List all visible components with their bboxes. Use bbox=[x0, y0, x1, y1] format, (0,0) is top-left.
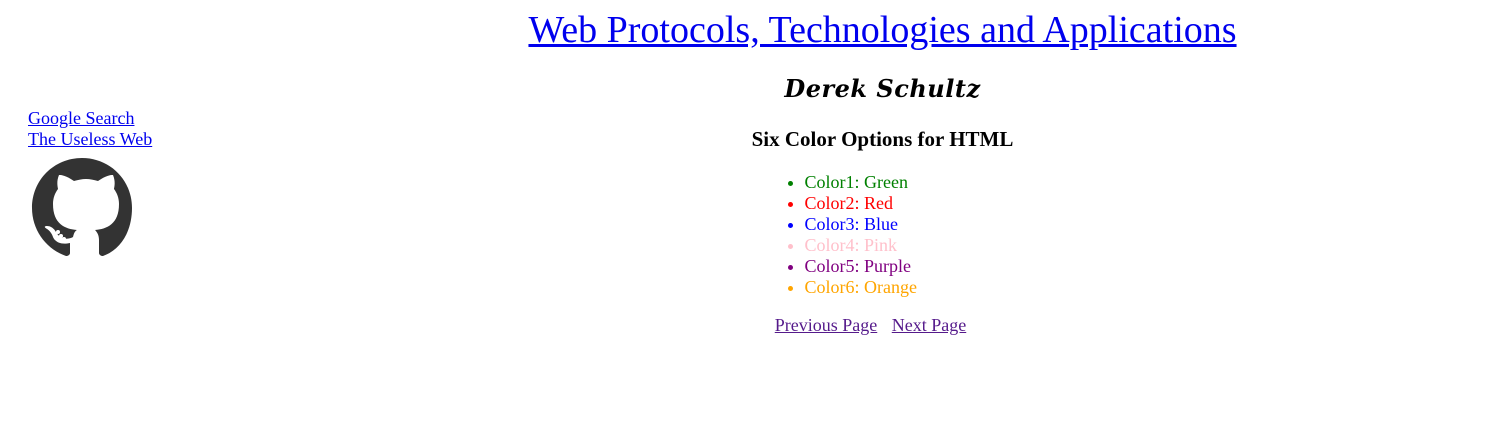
previous-page-link[interactable]: Previous Page bbox=[775, 315, 878, 335]
next-page-link[interactable]: Next Page bbox=[892, 315, 966, 335]
color-item-green: Color1: Green bbox=[805, 172, 965, 193]
author-name: Derek Schultz bbox=[784, 74, 981, 103]
pager: Previous Page Next Page bbox=[254, 315, 1487, 336]
color-item-purple: Color5: Purple bbox=[805, 256, 965, 277]
color-list: Color1: Green Color2: Red Color3: Blue C… bbox=[781, 172, 965, 298]
color-item-pink: Color4: Pink bbox=[805, 235, 965, 256]
color-item-blue: Color3: Blue bbox=[805, 214, 965, 235]
main-content: Six Color Options for HTML Color1: Green… bbox=[0, 124, 1499, 336]
color-item-orange: Color6: Orange bbox=[805, 277, 965, 298]
site-title: Web Protocols, Technologies and Applicat… bbox=[0, 8, 1499, 52]
site-title-link[interactable]: Web Protocols, Technologies and Applicat… bbox=[528, 9, 1236, 51]
color-item-red: Color2: Red bbox=[805, 193, 965, 214]
page: Web Protocols, Technologies and Applicat… bbox=[0, 0, 1499, 447]
section-heading: Six Color Options for HTML bbox=[751, 127, 1014, 151]
